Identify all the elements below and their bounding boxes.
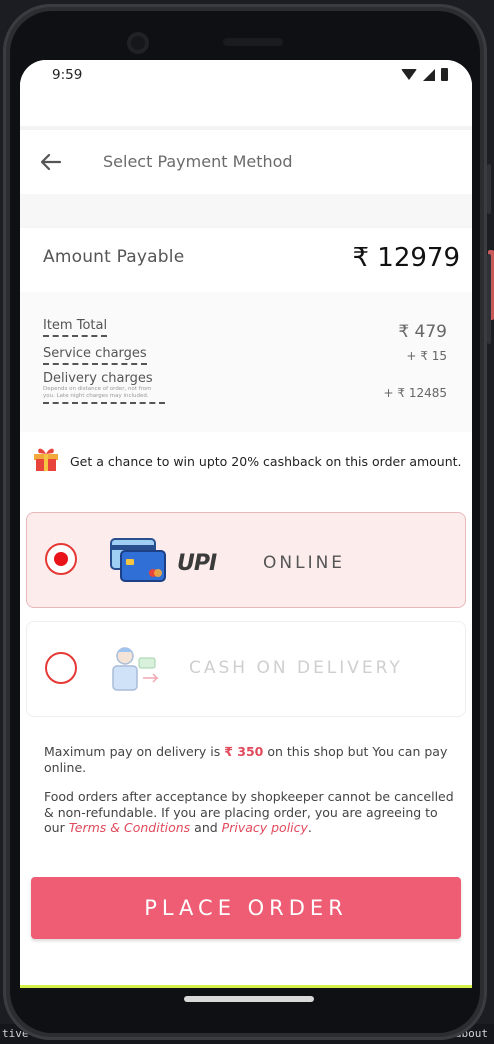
policy-note: Food orders after acceptance by shopkeep… (44, 789, 454, 836)
cashback-text: Get a chance to win upto 20% cashback on… (70, 454, 462, 469)
policy-end: . (307, 820, 312, 835)
gift-icon (34, 448, 58, 471)
max-pay-amount: ₹ 350 (224, 744, 264, 759)
wifi-icon (401, 69, 417, 80)
cod-label: CASH ON DELIVERY (189, 658, 403, 678)
cod-radio[interactable] (45, 652, 77, 684)
online-radio[interactable] (45, 543, 77, 575)
status-time: 9:59 (52, 67, 83, 83)
payment-option-online[interactable]: UPI ONLINE (26, 512, 466, 608)
item-total-value: ₹ 479 (398, 322, 447, 342)
home-indicator[interactable] (184, 996, 314, 1002)
place-order-button[interactable]: PLACE ORDER (31, 877, 461, 939)
back-button[interactable] (38, 150, 66, 174)
delivery-person-icon (112, 647, 159, 691)
and-text: and (194, 820, 218, 835)
front-camera (127, 32, 149, 54)
amount-value: ₹ 12979 (352, 243, 460, 273)
online-label: ONLINE (263, 553, 346, 573)
delivery-charges-note: Depends on distance of order, not from y… (43, 386, 165, 404)
terms-link[interactable]: Terms & Conditions (69, 820, 190, 835)
cashback-banner: Get a chance to win upto 20% cashback on… (20, 438, 472, 486)
item-total-label: Item Total (43, 318, 108, 337)
amount-label: Amount Payable (43, 247, 185, 267)
status-icons (401, 68, 448, 81)
page-title: Select Payment Method (103, 152, 293, 171)
price-breakdown: Item Total ₹ 479 Service charges + ₹ 15 … (20, 292, 472, 432)
amount-payable-card: Amount Payable ₹ 12979 (20, 228, 472, 292)
privacy-policy-link[interactable]: Privacy policy (222, 820, 308, 835)
earpiece-speaker (223, 38, 283, 46)
screen-bottom-edge (20, 985, 472, 988)
battery-icon (441, 68, 448, 81)
delivery-charges-value: + ₹ 12485 (383, 386, 448, 400)
section-gap (20, 194, 472, 228)
service-charges-value: + ₹ 15 (406, 349, 447, 363)
payment-option-cash-on-delivery[interactable]: CASH ON DELIVERY (26, 621, 466, 717)
upi-logo: UPI (177, 551, 217, 576)
arrow-left-icon (40, 153, 62, 171)
power-button (487, 164, 491, 214)
app-screen: 9:59 Select Payment Method Amount Payabl… (20, 60, 472, 988)
max-pay-note: Maximum pay on delivery is ₹ 350 on this… (44, 744, 454, 776)
signal-icon (423, 68, 435, 81)
status-bar: 9:59 (20, 60, 472, 90)
radio-selected-dot (54, 552, 68, 566)
app-header: Select Payment Method (20, 130, 472, 194)
volume-button (487, 254, 491, 344)
top-strip (20, 90, 472, 126)
cards-icon (110, 538, 166, 582)
service-charges-label: Service charges (43, 346, 147, 365)
max-pay-prefix: Maximum pay on delivery is (44, 744, 221, 759)
